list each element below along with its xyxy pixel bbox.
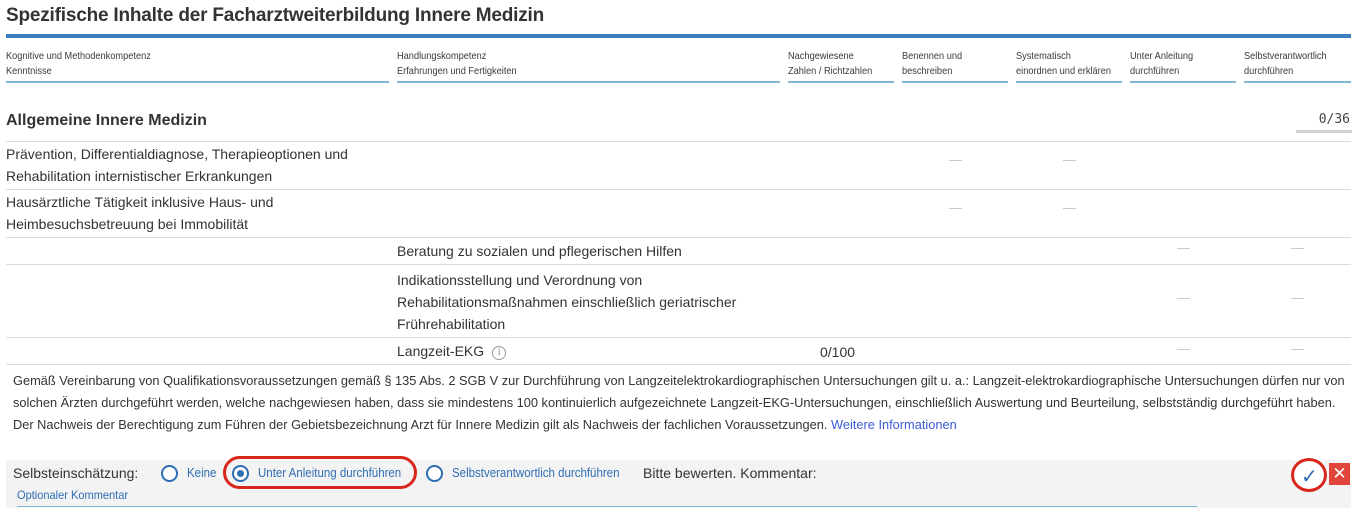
column-header-line: beschreiben bbox=[902, 65, 953, 77]
column-underline bbox=[397, 81, 780, 83]
more-info-link[interactable]: Weitere Informationen bbox=[831, 417, 957, 432]
column-header-line: Kognitive und Methodenkompetenz bbox=[6, 50, 151, 62]
comment-input[interactable]: Optionaler Kommentar bbox=[17, 488, 128, 502]
column-header-line: durchführen bbox=[1244, 65, 1294, 77]
row-divider bbox=[6, 237, 1351, 238]
column-header-line: Erfahrungen und Fertigkeiten bbox=[397, 65, 517, 77]
row-divider bbox=[6, 337, 1351, 338]
column-underline bbox=[1016, 81, 1122, 83]
column-header-line: Selbstverantwortlich bbox=[1244, 50, 1327, 62]
table-cell-fertigkeiten: Langzeit-EKG i bbox=[397, 340, 507, 362]
info-note: Gemäß Vereinbarung von Qualifikationsvor… bbox=[13, 370, 1353, 436]
comment-underline bbox=[17, 506, 1197, 507]
rating-dash[interactable]: — bbox=[1177, 341, 1190, 356]
cancel-button[interactable]: ✕ bbox=[1329, 463, 1350, 485]
radio-label-keine[interactable]: Keine bbox=[187, 466, 216, 480]
table-cell-fertigkeiten: Indikationsstellung und Verordnung von R… bbox=[397, 272, 737, 332]
column-header-benennen: Benennen und beschreiben bbox=[902, 49, 962, 79]
table-cell-kenntnisse: Hausärztliche Tätigkeit inklusive Haus- … bbox=[6, 194, 274, 232]
section-progress-counter: 0/36 bbox=[1318, 112, 1350, 127]
column-header-einordnen: Systematisch einordnen und erklären bbox=[1016, 49, 1111, 79]
rating-dash[interactable]: — bbox=[1177, 290, 1190, 305]
page-title: Spezifische Inhalte der Facharztweiterbi… bbox=[6, 5, 545, 26]
radio-selbstverantwortlich[interactable] bbox=[426, 465, 443, 482]
title-divider bbox=[6, 34, 1351, 38]
row-divider bbox=[6, 364, 1351, 365]
selection-highlight bbox=[223, 456, 417, 489]
info-icon[interactable]: i bbox=[492, 346, 507, 360]
column-underline bbox=[1244, 81, 1351, 83]
row-divider bbox=[6, 189, 1351, 190]
rate-prompt: Bitte bewerten. Kommentar: bbox=[643, 465, 817, 481]
column-header-zahlen: Nachgewiesene Zahlen / Richtzahlen bbox=[788, 49, 872, 79]
self-assessment-bar: Selbsteinschätzung: Keine Unter Anleitun… bbox=[6, 460, 1351, 508]
column-header-kenntnisse: Kognitive und Methodenkompetenz Kenntnis… bbox=[6, 49, 151, 79]
row-divider bbox=[6, 264, 1351, 265]
rating-dash[interactable]: — bbox=[1177, 240, 1190, 255]
rating-dash[interactable]: — bbox=[1063, 200, 1076, 215]
column-header-unter-anleitung: Unter Anleitung durchführen bbox=[1130, 49, 1193, 79]
rating-dash[interactable]: — bbox=[1291, 240, 1304, 255]
procedure-label: Langzeit-EKG bbox=[397, 343, 485, 359]
column-header-line: Benennen und bbox=[902, 50, 963, 62]
column-underline bbox=[6, 81, 389, 83]
confirm-button[interactable]: ✓ bbox=[1291, 458, 1327, 492]
column-header-line: Zahlen / Richtzahlen bbox=[788, 65, 873, 77]
column-header-line: Handlungskompetenz bbox=[397, 50, 487, 62]
rating-dash[interactable]: — bbox=[1291, 290, 1304, 305]
self-assessment-label: Selbsteinschätzung: bbox=[13, 465, 139, 481]
rating-dash[interactable]: — bbox=[949, 200, 962, 215]
table-cell-fertigkeiten: Beratung zu sozialen und pflegerischen H… bbox=[397, 243, 682, 259]
column-header-line: Unter Anleitung bbox=[1130, 50, 1194, 62]
column-header-line: durchführen bbox=[1130, 65, 1180, 77]
rating-dash[interactable]: — bbox=[1291, 341, 1304, 356]
column-header-line: Nachgewiesene bbox=[788, 50, 854, 62]
column-underline bbox=[902, 81, 1008, 83]
column-header-fertigkeiten: Handlungskompetenz Erfahrungen und Ferti… bbox=[397, 49, 517, 79]
table-cell-zahlen: 0/100 bbox=[820, 344, 856, 360]
column-underline bbox=[1130, 81, 1236, 83]
close-icon: ✕ bbox=[1332, 464, 1347, 483]
section-title: Allgemeine Innere Medizin bbox=[6, 112, 207, 129]
row-divider bbox=[6, 141, 1351, 142]
section-progress-bar bbox=[1296, 130, 1352, 133]
radio-keine[interactable] bbox=[161, 465, 178, 482]
column-header-line: einordnen und erklären bbox=[1016, 65, 1112, 77]
rating-dash[interactable]: — bbox=[1063, 152, 1076, 167]
column-header-line: Kenntnisse bbox=[6, 65, 52, 77]
column-header-selbstverantwortlich: Selbstverantwortlich durchführen bbox=[1244, 49, 1327, 79]
info-note-text: Gemäß Vereinbarung von Qualifikationsvor… bbox=[13, 373, 1345, 432]
rating-dash[interactable]: — bbox=[949, 152, 962, 167]
table-cell-kenntnisse: Prävention, Differentialdiagnose, Therap… bbox=[6, 146, 348, 184]
checkmark-icon: ✓ bbox=[1301, 466, 1318, 488]
column-underline bbox=[788, 81, 894, 83]
radio-label-selbstverantwortlich[interactable]: Selbstverantwortlich durchführen bbox=[452, 466, 619, 480]
column-header-line: Systematisch bbox=[1016, 50, 1071, 62]
